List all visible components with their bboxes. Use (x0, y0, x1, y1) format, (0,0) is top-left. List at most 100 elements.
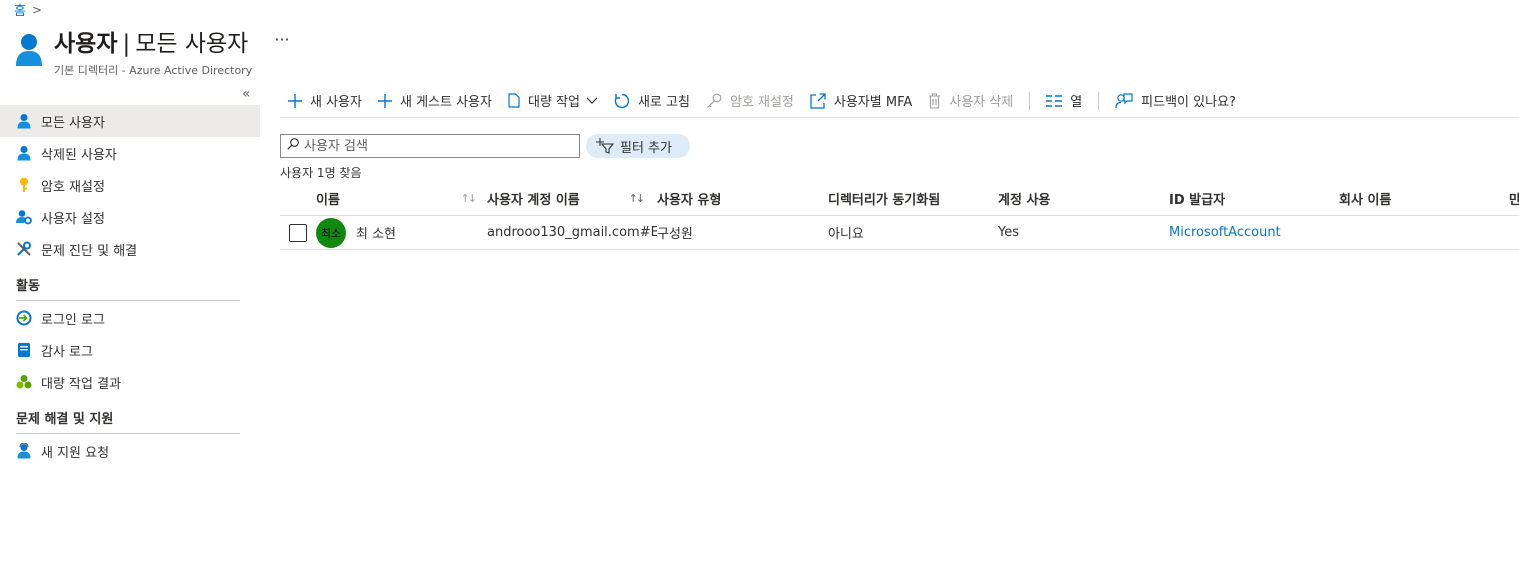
chevron-right-icon: > (31, 2, 43, 17)
feedback-icon (1115, 92, 1133, 109)
per-user-mfa-label: 사용자별 MFA (833, 95, 913, 110)
more-options-icon[interactable]: ··· (274, 30, 289, 49)
column-header-user-type[interactable]: 사용자 유형 (657, 189, 828, 208)
column-header-label: 사용자 계정 이름 (487, 193, 580, 208)
sidebar-item-all-users[interactable]: 모든 사용자 (0, 105, 260, 137)
page-subtitle: 기본 디렉터리 - Azure Active Directory (54, 64, 253, 77)
add-filter-button[interactable]: 필터 추가 (586, 134, 690, 158)
signin-log-icon (16, 310, 32, 326)
cell-directory-synced: 아니요 (828, 227, 864, 242)
delete-user-label: 사용자 삭제 (949, 95, 1014, 110)
delete-user-button[interactable]: 사용자 삭제 (920, 86, 1021, 116)
bulk-operations-button[interactable]: 대량 작업 (500, 86, 606, 116)
search-filter-row: 필터 추가 (280, 134, 690, 158)
sort-icon[interactable]: ↑↓ (461, 192, 478, 205)
columns-label: 열 (1070, 95, 1083, 110)
sidebar-item-label: 암호 재설정 (41, 179, 105, 195)
sidebar-item-label: 문제 진단 및 해결 (41, 243, 138, 259)
toolbar-divider (1029, 91, 1031, 110)
sidebar-section-activity: 활동 (16, 275, 240, 301)
users-table: 이름 ↑↓ 사용자 계정 이름 ↑↓ 사용자 유형 디렉터리가 동기화됨 계정 … (280, 182, 1519, 250)
document-icon (508, 93, 520, 108)
add-filter-label: 필터 추가 (620, 140, 672, 156)
reset-password-label: 암호 재설정 (729, 95, 794, 110)
bulk-operations-label: 대량 작업 (527, 95, 580, 110)
column-header-company-name[interactable]: 회사 이름 (1339, 189, 1509, 208)
sidebar-item-deleted-users[interactable]: 삭제된 사용자 (0, 137, 260, 169)
column-header-account-enabled[interactable]: 계정 사용 (998, 189, 1169, 208)
new-user-button[interactable]: 새 사용자 (280, 86, 370, 116)
per-user-mfa-button[interactable]: 사용자별 MFA (802, 86, 920, 116)
table-header-row: 이름 ↑↓ 사용자 계정 이름 ↑↓ 사용자 유형 디렉터리가 동기화됨 계정 … (280, 182, 1519, 216)
external-link-icon (810, 92, 826, 109)
column-header-label: 이름 (316, 193, 340, 208)
title-separator: | (122, 31, 131, 57)
avatar: 최소 (316, 217, 346, 248)
row-select-cell (280, 223, 316, 242)
sidebar: 모든 사용자 삭제된 사용자 암호 재설정 사용자 설정 문제 진단 및 해결 … (0, 105, 260, 467)
columns-button[interactable]: 열 (1038, 86, 1090, 116)
sidebar-item-label: 삭제된 사용자 (41, 147, 117, 163)
user-icon (16, 113, 32, 129)
sidebar-item-troubleshoot[interactable]: 문제 진단 및 해결 (0, 233, 260, 265)
sidebar-item-label: 사용자 설정 (41, 211, 105, 227)
collapse-sidebar-icon[interactable]: « (242, 86, 251, 102)
sidebar-section-support: 문제 해결 및 지원 (16, 408, 240, 434)
plus-icon (288, 93, 302, 108)
add-filter-icon (596, 138, 614, 154)
cell-identity-issuer[interactable]: MicrosoftAccount (1169, 225, 1339, 240)
refresh-button[interactable]: 새로 고침 (606, 86, 698, 116)
sidebar-item-audit-logs[interactable]: 감사 로그 (0, 334, 260, 366)
sidebar-item-new-support-request[interactable]: 새 지원 요청 (0, 435, 260, 467)
command-bar: 새 사용자 새 게스트 사용자 대량 작업 새로 고침 암호 재설정 사용자별 … (280, 84, 1519, 118)
plus-icon (377, 93, 392, 108)
column-header-name[interactable]: 이름 ↑↓ (316, 189, 487, 208)
cell-account-enabled: Yes (998, 225, 1019, 240)
new-user-label: 새 사용자 (310, 95, 362, 110)
sort-icon[interactable]: ↑↓ (629, 192, 646, 205)
page-header: 사용자 | 모든 사용자 ··· 기본 디렉터리 - Azure Active … (14, 24, 290, 78)
toolbar-divider (1098, 91, 1100, 110)
sidebar-item-user-settings[interactable]: 사용자 설정 (0, 201, 260, 233)
support-request-icon (16, 443, 32, 459)
page-subtitle-title: 모든 사용자 (135, 31, 249, 57)
sidebar-item-label: 모든 사용자 (41, 115, 105, 131)
refresh-label: 새로 고침 (637, 95, 690, 110)
feedback-label: 피드백이 있나요? (1141, 95, 1236, 110)
trash-icon (928, 92, 941, 109)
search-input[interactable] (304, 138, 574, 154)
bulk-results-icon (16, 374, 32, 390)
refresh-icon (614, 93, 630, 109)
column-header-truncated[interactable]: 만 (1509, 189, 1519, 208)
sidebar-item-signin-logs[interactable]: 로그인 로그 (0, 302, 260, 334)
table-row[interactable]: 최소 최 소현 androoo130_gmail.com#E… 구성원 아니요 … (280, 216, 1519, 250)
user-display-name[interactable]: 최 소현 (356, 223, 396, 242)
key-icon (16, 177, 32, 193)
breadcrumb-home-link[interactable]: 홈 (14, 0, 26, 19)
column-header-upn[interactable]: 사용자 계정 이름 ↑↓ (487, 189, 657, 208)
key-icon (706, 93, 722, 109)
new-guest-user-label: 새 게스트 사용자 (399, 95, 492, 110)
sidebar-item-reset-password[interactable]: 암호 재설정 (0, 169, 260, 201)
result-count: 사용자 1명 찾음 (280, 166, 362, 180)
sidebar-item-label: 감사 로그 (41, 344, 93, 360)
sidebar-item-label: 대량 작업 결과 (41, 376, 122, 392)
feedback-button[interactable]: 피드백이 있나요? (1107, 86, 1244, 116)
page-title: 사용자 (54, 31, 118, 57)
new-guest-user-button[interactable]: 새 게스트 사용자 (370, 86, 500, 116)
column-header-directory-synced[interactable]: 디렉터리가 동기화됨 (828, 189, 998, 208)
columns-icon (1046, 94, 1063, 107)
sidebar-item-bulk-results[interactable]: 대량 작업 결과 (0, 366, 260, 398)
cell-user-type: 구성원 (657, 227, 693, 242)
chevron-down-icon (586, 97, 598, 105)
breadcrumb: 홈 > (14, 0, 43, 20)
reset-password-button[interactable]: 암호 재설정 (698, 86, 802, 116)
sidebar-item-label: 새 지원 요청 (41, 445, 110, 461)
row-checkbox[interactable] (289, 223, 307, 242)
cell-name: 최소 최 소현 (316, 217, 487, 248)
column-header-identity-issuer[interactable]: ID 발급자 (1169, 189, 1339, 208)
user-icon (16, 145, 32, 161)
user-icon (16, 34, 42, 66)
user-settings-icon (16, 209, 32, 225)
wrench-icon (16, 241, 32, 257)
